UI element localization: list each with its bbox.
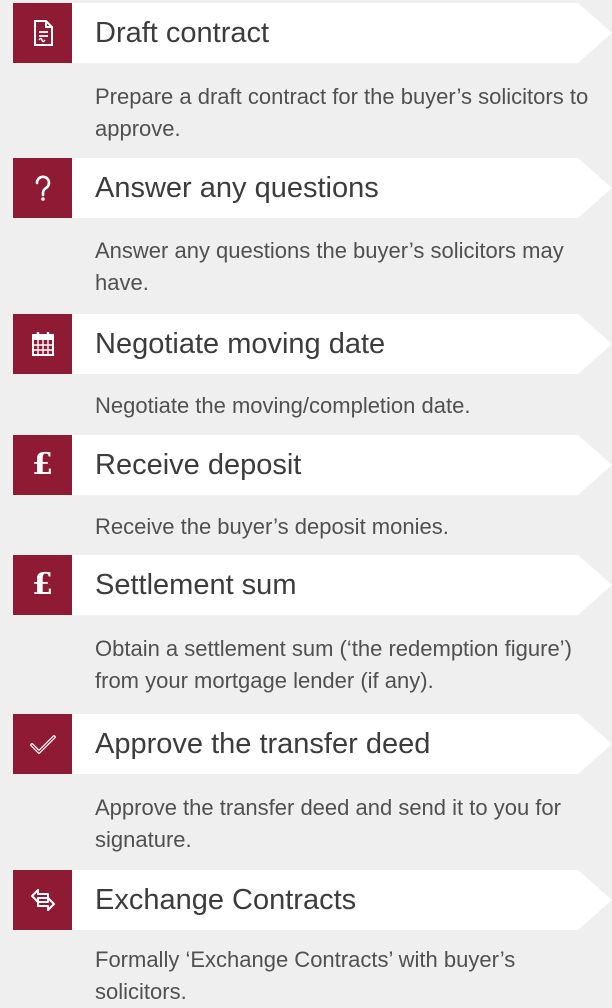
pound-icon: £ [32, 567, 53, 602]
step-title: Answer any questions [95, 172, 379, 204]
step-icon-box [13, 314, 72, 374]
step-header: Draft contract [13, 3, 612, 63]
step-header: £ Settlement sum [13, 555, 612, 615]
step-header: Exchange Contracts [13, 870, 612, 930]
pound-icon: £ [32, 447, 53, 482]
step-header: Negotiate moving date [13, 314, 612, 374]
step-header: Answer any questions [13, 158, 612, 218]
step-description: Receive the buyer’s deposit monies. [95, 514, 449, 539]
step-header: Approve the transfer deed [13, 714, 612, 774]
step-description: Obtain a settlement sum (‘the redemption… [95, 636, 572, 693]
step-title: Negotiate moving date [95, 328, 386, 360]
step-icon-box [13, 714, 72, 774]
step-title: Settlement sum [95, 569, 297, 601]
step-description: Prepare a draft contract for the buyer’s… [95, 84, 589, 141]
calendar-icon [31, 332, 54, 356]
step-icon-box [13, 158, 72, 218]
step-description: Negotiate the moving/completion date. [95, 393, 471, 418]
step-description: Formally ‘Exchange Contracts’ with buyer… [95, 947, 516, 1004]
checkmark-icon [29, 735, 56, 754]
step-description: Approve the transfer deed and send it to… [95, 795, 561, 852]
step-title: Receive deposit [95, 449, 302, 481]
step-header: £ Receive deposit [13, 435, 612, 495]
question-icon [35, 175, 50, 201]
step-icon-box [13, 870, 72, 930]
step-title: Exchange Contracts [95, 884, 357, 916]
step-icon-box: £ [13, 555, 72, 615]
exchange-icon [30, 889, 55, 911]
document-icon [33, 20, 53, 46]
step-title: Draft contract [95, 17, 270, 49]
step-icon-box: £ [13, 435, 72, 495]
step-title: Approve the transfer deed [95, 728, 431, 760]
step-description: Answer any questions the buyer’s solicit… [95, 238, 564, 295]
step-icon-box [13, 3, 72, 63]
process-steps: Draft contract Prepare a draft contract … [0, 0, 612, 1006]
